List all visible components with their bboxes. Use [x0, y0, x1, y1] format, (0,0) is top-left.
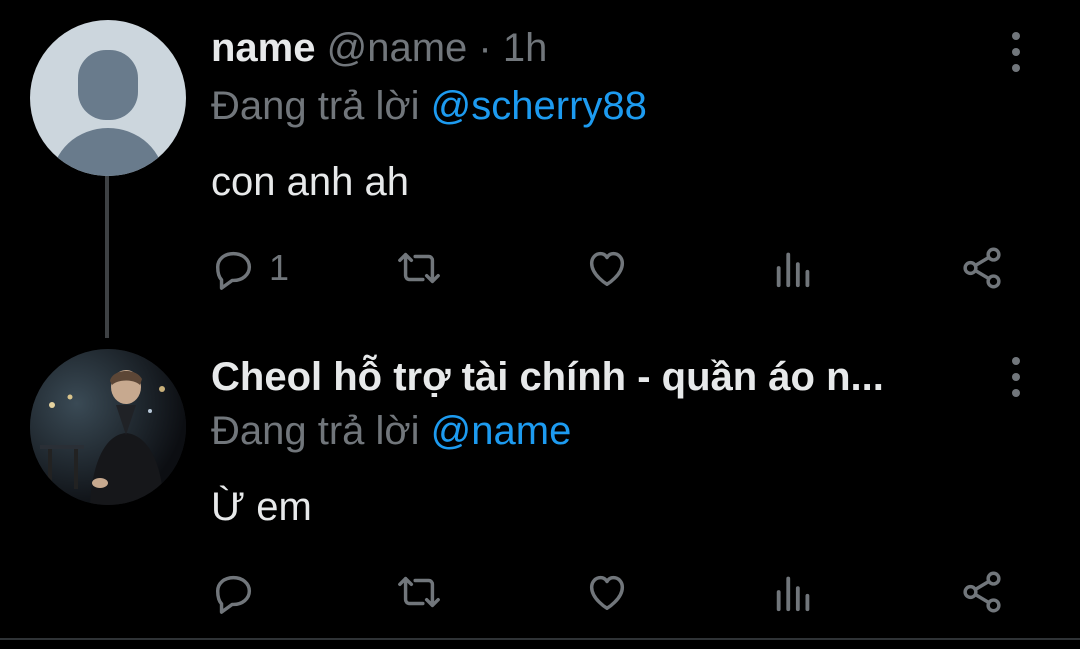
- like-icon: [589, 575, 625, 611]
- replying-prefix: Đang trả lời: [211, 84, 420, 128]
- tweet-header: name @name · 1h: [211, 26, 547, 71]
- share-icon: [963, 247, 1001, 289]
- like-icon: [589, 251, 625, 287]
- divider: [0, 638, 1080, 640]
- share-button[interactable]: [959, 569, 1005, 615]
- replying-prefix: Đang trả lời: [211, 409, 420, 453]
- retweet-icon: [398, 252, 440, 284]
- share-icon: [963, 571, 1001, 613]
- reply-count: 1: [269, 247, 290, 288]
- retweet-icon: [398, 576, 440, 608]
- default-avatar-icon: [52, 50, 164, 176]
- retweet-button[interactable]: [396, 245, 442, 291]
- display-name[interactable]: name: [211, 26, 316, 70]
- like-button[interactable]: [584, 569, 630, 615]
- tweet[interactable]: name @name · 1h Đang trả lời @scherry88 …: [0, 0, 1080, 338]
- more-options-icon[interactable]: [1004, 357, 1028, 397]
- reply-icon: [215, 575, 252, 614]
- replying-to: Đang trả lời @name: [211, 409, 571, 454]
- analytics-button[interactable]: [771, 569, 817, 615]
- header-separator: ·: [478, 26, 492, 70]
- default-avatar[interactable]: [30, 20, 186, 176]
- mention-link[interactable]: @scherry88: [431, 84, 647, 128]
- tweet-text: Ừ em: [211, 485, 312, 529]
- thread-connector-line: [105, 176, 109, 338]
- like-button[interactable]: [584, 245, 630, 291]
- replying-to: Đang trả lời @scherry88: [211, 84, 647, 129]
- share-button[interactable]: [959, 245, 1005, 291]
- analytics-icon: [776, 576, 810, 612]
- action-bar: 1: [211, 245, 1021, 293]
- reply-icon: [215, 251, 252, 290]
- mention-link[interactable]: @name: [431, 409, 572, 453]
- retweet-button[interactable]: [396, 569, 442, 615]
- tweet[interactable]: Cheol hỗ trợ tài chính - quần áo n... Đa…: [0, 335, 1080, 637]
- reply-button[interactable]: [211, 569, 269, 615]
- display-name[interactable]: Cheol hỗ trợ tài chính - quần áo n...: [211, 355, 884, 399]
- analytics-button[interactable]: [771, 245, 817, 291]
- action-bar: [211, 569, 1021, 617]
- tweet-header: Cheol hỗ trợ tài chính - quần áo n...: [211, 355, 884, 400]
- user-handle[interactable]: @name: [327, 26, 468, 70]
- reply-button[interactable]: 1: [211, 245, 289, 291]
- tweet-text: con anh ah: [211, 160, 409, 204]
- timestamp[interactable]: 1h: [503, 26, 548, 70]
- more-options-icon[interactable]: [1004, 32, 1028, 72]
- analytics-icon: [776, 252, 810, 288]
